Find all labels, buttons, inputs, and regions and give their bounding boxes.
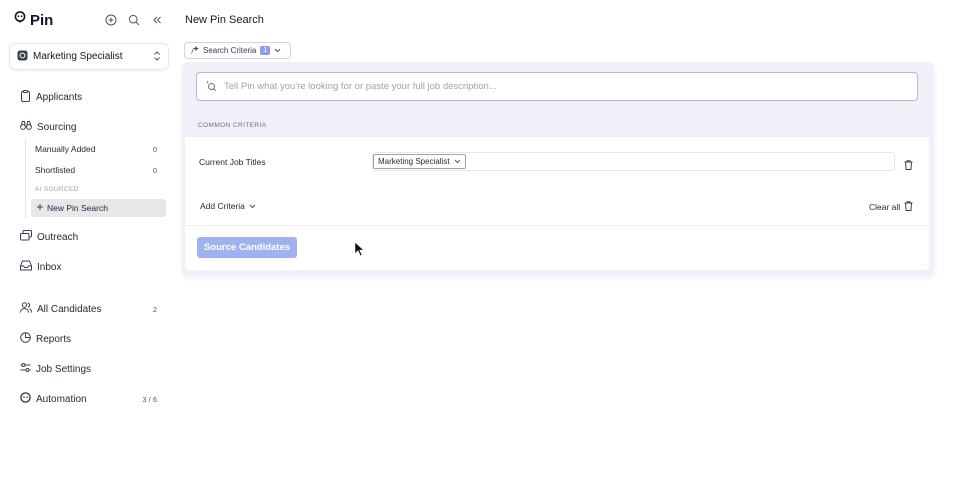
job-icon <box>17 48 28 66</box>
job-selector-value: Marketing Specialist <box>33 51 123 62</box>
sidebar-item-manually-added[interactable]: Manually Added 0 <box>35 144 157 154</box>
add-circle-icon[interactable] <box>104 13 118 27</box>
row-divider <box>185 225 929 226</box>
job-title-chip[interactable]: Marketing Specialist <box>373 154 466 169</box>
binoculars-icon <box>20 120 32 134</box>
pie-chart-icon <box>20 332 31 346</box>
nav-sourcing-label: Sourcing <box>37 121 77 133</box>
nav-inbox-label: Inbox <box>37 261 62 273</box>
sidebar-item-count: 0 <box>152 165 157 175</box>
nav-outreach[interactable]: Outreach <box>20 230 157 244</box>
nav-job-settings-label: Job Settings <box>36 363 92 375</box>
pin-logo-icon <box>14 11 26 29</box>
chevron-down-icon <box>454 157 461 166</box>
clipboard-icon <box>20 90 31 105</box>
nav-reports[interactable]: Reports <box>20 332 157 346</box>
job-description-input[interactable]: Tell Pin what you're looking for or past… <box>196 72 918 101</box>
chevron-down-icon <box>274 46 281 55</box>
logo[interactable]: Pin <box>14 11 53 29</box>
nav-applicants-label: Applicants <box>36 92 83 103</box>
trash-icon <box>904 201 913 213</box>
inbox-icon <box>20 260 32 274</box>
chevron-down-icon <box>249 201 256 211</box>
automation-icon <box>20 392 31 407</box>
job-title-chip-label: Marketing Specialist <box>378 157 450 166</box>
chevron-updown-icon <box>153 48 161 66</box>
plus-icon <box>36 203 44 213</box>
outreach-icon <box>20 230 32 244</box>
nav-automation[interactable]: Automation 3 / 6 <box>20 392 157 407</box>
current-job-titles-label: Current Job Titles <box>199 157 266 167</box>
criteria-count-badge: 1 <box>260 46 271 55</box>
sidebar-item-count: 0 <box>152 144 157 154</box>
nav-automation-label: Automation <box>36 394 87 405</box>
page-title: New Pin Search <box>185 14 264 26</box>
sidebar-top-actions <box>104 13 164 27</box>
nav-outreach-label: Outreach <box>37 231 79 243</box>
nav-all-candidates-count: 2 <box>152 304 157 314</box>
collapse-sidebar-icon[interactable] <box>150 13 164 27</box>
trash-icon[interactable] <box>904 157 913 175</box>
search-icon[interactable] <box>127 13 141 27</box>
clear-all-button[interactable]: Clear all <box>869 201 913 213</box>
search-criteria-label: Search Criteria <box>203 46 257 55</box>
nav-reports-label: Reports <box>36 333 72 345</box>
search-criteria-button[interactable]: Search Criteria 1 <box>184 42 291 59</box>
users-icon <box>20 302 32 316</box>
sidebar-item-label: Shortlisted <box>35 165 76 175</box>
job-description-placeholder: Tell Pin what you're looking for or past… <box>224 81 497 92</box>
sparkle-icon <box>191 45 199 56</box>
sidebar-item-label: Manually Added <box>35 144 96 154</box>
sourcing-tree-line <box>25 139 26 219</box>
source-candidates-button[interactable]: Source Candidates <box>197 237 297 258</box>
app-name: Pin <box>30 11 54 29</box>
nav-applicants[interactable]: Applicants <box>20 90 157 105</box>
sidebar-item-label: New Pin Search <box>47 203 108 213</box>
nav-sourcing[interactable]: Sourcing <box>20 120 157 134</box>
sidebar-item-shortlisted[interactable]: Shortlisted 0 <box>35 165 157 175</box>
ai-search-icon <box>205 80 217 94</box>
nav-all-candidates-label: All Candidates <box>37 303 102 315</box>
add-criteria-button[interactable]: Add Criteria <box>200 201 256 211</box>
job-selector[interactable]: Marketing Specialist <box>9 43 169 70</box>
add-criteria-label: Add Criteria <box>200 201 245 211</box>
common-criteria-label: COMMON CRITERIA <box>198 122 267 129</box>
ai-sourced-label: AI SOURCED <box>35 186 79 193</box>
sidebar: Pin Marketing Specialist Applicants Sour… <box>0 0 176 496</box>
sliders-icon <box>20 362 31 376</box>
mouse-cursor-icon <box>354 240 366 262</box>
nav-all-candidates[interactable]: All Candidates 2 <box>20 302 157 316</box>
clear-all-label: Clear all <box>869 202 901 212</box>
nav-automation-count: 3 / 6 <box>142 395 157 404</box>
sidebar-item-new-pin-search[interactable]: New Pin Search <box>31 199 166 217</box>
nav-job-settings[interactable]: Job Settings <box>20 362 157 376</box>
nav-inbox[interactable]: Inbox <box>20 260 157 274</box>
